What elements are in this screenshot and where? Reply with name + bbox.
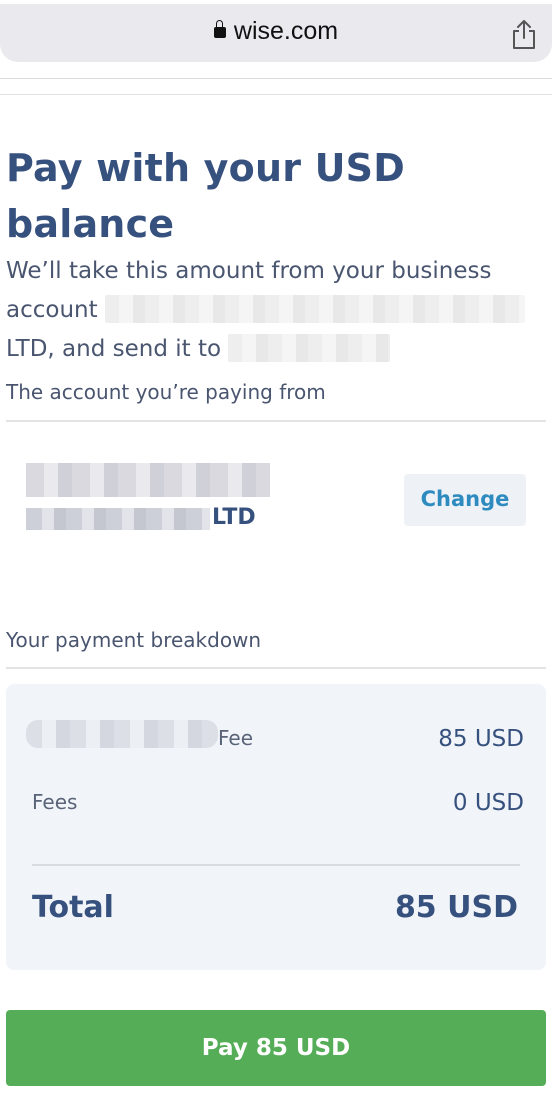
redacted-recipient-name [228,334,391,362]
page-subtitle: We’ll take this amount from your busines… [6,252,546,369]
change-account-button[interactable]: Change [404,474,526,526]
total-label: Total [32,890,114,925]
account-name-suffix: LTD [212,505,256,530]
divider [0,78,552,79]
fee-row-label: Fee [218,726,254,750]
divider [6,667,546,669]
from-account-label: The account you’re paying from [6,380,326,404]
breakdown-label: Your payment breakdown [6,628,262,652]
url-text: wise.com [233,17,339,45]
redacted-fee-label [26,720,218,748]
fees-row-value: 0 USD [452,790,524,816]
pay-button[interactable]: Pay 85 USD [6,1010,546,1086]
browser-address-bar: wise.com [0,0,552,80]
subtitle-text-2: LTD, and send it to [6,336,222,362]
page-title: Pay with your USD balance [6,146,405,246]
redacted-account-line [26,463,270,497]
redacted-account-line [26,508,210,530]
divider [32,864,520,866]
page-header: Pay with your USD balance We’ll take thi… [6,140,546,369]
redacted-account-name [104,295,525,323]
divider [0,94,552,95]
url-field[interactable]: wise.com [0,4,552,62]
share-icon[interactable] [510,18,538,50]
total-value: 85 USD [394,890,518,925]
divider [6,420,546,422]
fees-row-label: Fees [32,790,78,814]
fee-row-value: 85 USD [438,726,524,752]
lock-icon [213,20,226,38]
